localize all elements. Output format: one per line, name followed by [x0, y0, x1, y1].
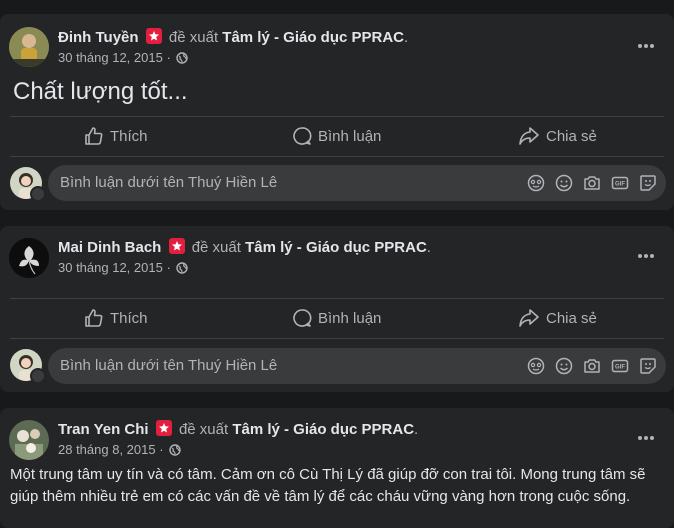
share-label: Chia sẻ [546, 309, 597, 327]
recommend-badge-icon [145, 28, 162, 44]
emoji-icon[interactable] [554, 356, 574, 376]
post-card: Mai Dinh Bach đề xuất Tâm lý - Giáo dục … [0, 226, 674, 392]
author-name[interactable]: Đinh Tuyền [58, 29, 139, 46]
like-button[interactable]: Thích [84, 302, 148, 334]
account-switch-icon[interactable] [30, 368, 46, 384]
comment-icon [293, 309, 312, 327]
emoji-icon[interactable] [554, 173, 574, 193]
comment-label: Bình luận [318, 309, 382, 327]
comment-tools: GIF [526, 173, 658, 193]
post-header: Mai Dinh Bach đề xuất Tâm lý - Giáo dục … [58, 238, 431, 256]
share-button[interactable]: Chia sẻ [518, 302, 597, 334]
recommend-badge-icon [168, 238, 185, 254]
share-button[interactable]: Chia sẻ [518, 120, 597, 152]
gif-icon[interactable]: GIF [610, 173, 630, 193]
more-icon[interactable] [636, 428, 656, 448]
recommend-verb: đề xuất [178, 421, 229, 438]
like-icon [85, 127, 103, 145]
avatar[interactable] [9, 27, 49, 67]
post-date-text[interactable]: 30 tháng 12, 2015 [58, 260, 163, 275]
share-icon [519, 127, 539, 145]
comment-button[interactable]: Bình luận [292, 120, 381, 152]
comment-label: Bình luận [318, 127, 382, 145]
post-header: Đinh Tuyền đề xuất Tâm lý - Giáo dục PPR… [58, 28, 409, 46]
recommend-verb: đề xuất [191, 239, 241, 256]
comment-tools: GIF [526, 356, 658, 376]
globe-icon [169, 444, 181, 459]
gif-icon[interactable]: GIF [610, 356, 630, 376]
avatar[interactable] [9, 420, 49, 460]
author-name[interactable]: Mai Dinh Bach [58, 239, 161, 256]
comment-box[interactable]: Bình luận dưới tên Thuý Hiền Lê GIF [48, 348, 666, 384]
like-label: Thích [110, 309, 148, 327]
globe-icon [176, 262, 189, 277]
comment-input[interactable]: Bình luận dưới tên Thuý Hiền Lê [60, 357, 277, 374]
post-text-line: giúp thêm nhiều trẻ em có các vấn đề về … [10, 488, 631, 505]
like-label: Thích [110, 127, 148, 145]
author-name[interactable]: Tran Yen Chi [58, 421, 149, 438]
camera-icon[interactable] [582, 173, 602, 193]
divider [10, 338, 664, 339]
post-text: Chất lượng tốt... [13, 78, 188, 105]
sticker-icon[interactable] [638, 173, 658, 193]
post-date-text[interactable]: 30 tháng 12, 2015 [58, 50, 163, 65]
post-card: Tran Yen Chi đề xuất Tâm lý - Giáo dục P… [0, 408, 674, 528]
share-label: Chia sẻ [546, 127, 597, 145]
like-button[interactable]: Thích [84, 120, 148, 152]
post-header: Tran Yen Chi đề xuất Tâm lý - Giáo dục P… [58, 420, 419, 438]
like-icon [85, 309, 103, 327]
camera-icon[interactable] [582, 356, 602, 376]
post-date-text[interactable]: 28 tháng 8, 2015 [58, 442, 156, 457]
share-icon [519, 309, 539, 327]
post-text: Một trung tâm uy tín và có tâm. Cảm ơn c… [10, 464, 646, 508]
comment-button[interactable]: Bình luận [292, 302, 381, 334]
post-date: 30 tháng 12, 2015 · [58, 260, 189, 277]
account-switch-icon[interactable] [30, 186, 46, 202]
more-icon[interactable] [636, 246, 656, 266]
svg-text:GIF: GIF [615, 365, 625, 371]
page-name[interactable]: Tâm lý - Giáo dục PPRAC [222, 29, 404, 46]
comment-input[interactable]: Bình luận dưới tên Thuý Hiền Lê [60, 174, 277, 191]
page-name[interactable]: Tâm lý - Giáo dục PPRAC [245, 239, 427, 256]
avatar-sticker-icon[interactable] [526, 356, 546, 376]
recommend-badge-icon [155, 420, 172, 436]
recommend-verb: đề xuất [168, 29, 219, 46]
sticker-icon[interactable] [638, 356, 658, 376]
comment-icon [293, 127, 312, 145]
globe-icon [176, 52, 189, 67]
avatar[interactable] [9, 238, 49, 278]
comment-box[interactable]: Bình luận dưới tên Thuý Hiền Lê GIF [48, 165, 666, 201]
post-date: 30 tháng 12, 2015 · [58, 50, 189, 67]
svg-text:GIF: GIF [615, 182, 625, 188]
post-text-line: Một trung tâm uy tín và có tâm. Cảm ơn c… [10, 466, 646, 483]
divider [10, 298, 664, 299]
post-card: Đinh Tuyền đề xuất Tâm lý - Giáo dục PPR… [0, 14, 674, 210]
page-name[interactable]: Tâm lý - Giáo dục PPRAC [232, 421, 414, 438]
post-date: 28 tháng 8, 2015 · [58, 442, 181, 459]
more-icon[interactable] [636, 36, 656, 56]
divider [10, 116, 664, 117]
avatar-sticker-icon[interactable] [526, 173, 546, 193]
divider [10, 156, 664, 157]
